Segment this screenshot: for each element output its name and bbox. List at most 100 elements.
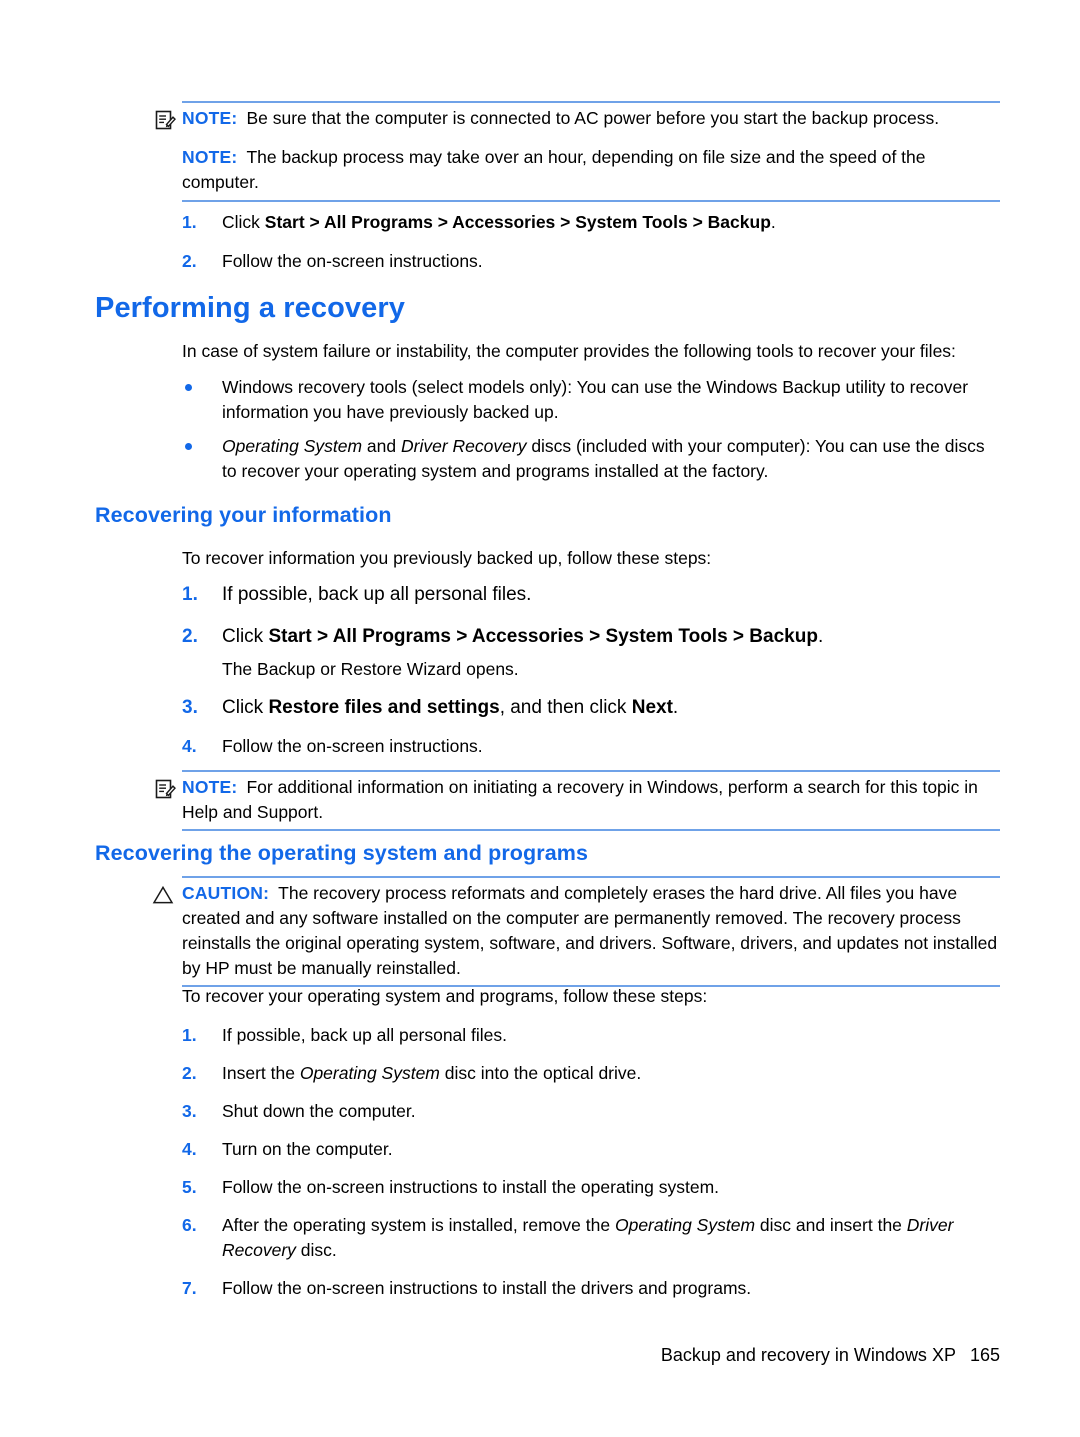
list-marker: 2. (182, 251, 197, 271)
list-marker: 2. (182, 1063, 197, 1083)
bullet-dot-icon (185, 384, 192, 391)
note-icon (154, 778, 176, 800)
bullet-dot-icon (185, 443, 192, 450)
list-item-text: Follow the on-screen instructions to ins… (222, 1177, 720, 1197)
note-2-body: NOTE: The backup process may take over an… (182, 131, 1000, 200)
backup-wizard-opens-text: The Backup or Restore Wizard opens. (222, 659, 519, 679)
list-marker: 6. (182, 1215, 197, 1235)
list-item-text: After the operating system is installed,… (222, 1213, 1002, 1263)
step-bold: Start > All Programs > Accessories > Sys… (268, 626, 818, 647)
recovering-os-steps: 1. If possible, back up all personal fil… (182, 1023, 1002, 1301)
list-item-text: If possible, back up all personal files. (222, 1025, 508, 1045)
list-marker: 1. (182, 584, 198, 605)
bullet-italic-a: Operating System (222, 436, 363, 456)
list-item: 1. Click Start > All Programs > Accessor… (182, 210, 1000, 235)
list-item: 4. Turn on the computer. (182, 1137, 1002, 1162)
list-marker: 3. (182, 1101, 197, 1121)
list-item: 2. Follow the on-screen instructions. (182, 249, 1000, 274)
note-icon (154, 109, 176, 131)
list-item: 3. Shut down the computer. (182, 1099, 1002, 1124)
document-page: NOTE: Be sure that the computer is connec… (0, 0, 1080, 1437)
list-item-text: Click Start > All Programs > Accessories… (222, 623, 1002, 650)
list-item-text: Click Start > All Programs > Accessories… (222, 210, 1000, 235)
list-item: Operating System and Driver Recovery dis… (182, 434, 1002, 484)
step-post: disc into the optical drive. (439, 1063, 642, 1083)
caution-label: CAUTION: (182, 883, 270, 903)
step-prefix: Click (222, 697, 269, 718)
section-heading-recovering-os: Recovering the operating system and prog… (95, 841, 589, 865)
list-item: 6. After the operating system is install… (182, 1213, 1002, 1263)
note-text: For additional information on initiating… (182, 777, 978, 822)
list-marker: 2. (182, 626, 198, 647)
caution-text: The recovery process reformats and compl… (182, 883, 998, 978)
note-label: NOTE: (182, 777, 238, 797)
recovering-information-intro: To recover information you previously ba… (182, 548, 712, 568)
bullet-text: Operating System and Driver Recovery dis… (222, 434, 1002, 484)
list-item-text: Click Restore files and settings, and th… (222, 694, 1002, 721)
caution-body: CAUTION: The recovery process reformats a… (182, 878, 1000, 985)
list-marker: 1. (182, 212, 197, 232)
step-bold: Restore files and settings (268, 697, 500, 718)
footer-label: Backup and recovery in Windows XP (660, 1345, 956, 1365)
list-item-text: Turn on the computer. (222, 1139, 393, 1159)
note-2-label: NOTE: (182, 147, 238, 167)
recovery-tools-bullets: Windows recovery tools (select models on… (182, 375, 1002, 484)
list-item-text: Follow the on-screen instructions. (222, 736, 483, 756)
step-italic: Operating System (299, 1063, 440, 1083)
note-admonition-recovery-search: NOTE: For additional information on initi… (155, 770, 1000, 831)
note-1-body: NOTE: Be sure that the computer is connec… (182, 103, 1000, 131)
page-number: 165 (969, 1345, 1000, 1365)
caution-triangle-icon (152, 885, 174, 907)
step-italic: Operating System (614, 1215, 756, 1235)
list-item: Windows recovery tools (select models on… (182, 375, 1002, 425)
list-marker: 3. (182, 697, 198, 718)
list-marker: 1. (182, 1025, 197, 1045)
step-prefix: Click (222, 626, 269, 647)
step-prefix: Click (222, 212, 265, 232)
page-footer: Backup and recovery in Windows XP 165 (661, 1345, 1000, 1366)
page-title: Performing a recovery (95, 292, 405, 324)
caution-admonition: CAUTION: The recovery process reformats a… (152, 876, 1000, 987)
note-1-label: NOTE: (182, 108, 238, 128)
list-item: 1. If possible, back up all personal fil… (182, 1023, 1002, 1048)
bullet-italic-b: Driver Recovery (401, 436, 527, 456)
section-heading-recovering-information: Recovering your information (95, 503, 392, 527)
list-marker: 7. (182, 1278, 197, 1298)
bullet-text: Windows recovery tools (select models on… (222, 377, 969, 422)
recovering-os-intro: To recover your operating system and pro… (182, 986, 708, 1006)
list-item-text: If possible, back up all personal files. (222, 584, 532, 605)
list-marker: 5. (182, 1177, 197, 1197)
list-item: 5. Follow the on-screen instructions to … (182, 1175, 1002, 1200)
list-item: 7. Follow the on-screen instructions to … (182, 1276, 1002, 1301)
note-admonition-top: NOTE: Be sure that the computer is connec… (155, 101, 1000, 202)
step-post: disc and insert the (755, 1215, 907, 1235)
performing-recovery-intro: In case of system failure or instability… (182, 341, 956, 361)
list-item-text: Follow the on-screen instructions to ins… (222, 1278, 752, 1298)
list-item: 2. Insert the Operating System disc into… (182, 1061, 1002, 1086)
step-pre: After the operating system is installed,… (222, 1215, 615, 1235)
step-suffix: . (672, 697, 679, 718)
list-marker: 4. (182, 736, 197, 756)
list-item: 4. Follow the on-screen instructions. (182, 734, 1002, 759)
note-2-text: The backup process may take over an hour… (182, 147, 926, 192)
recovering-information-steps-cont: 3. Click Restore files and settings, and… (182, 694, 1002, 759)
recovering-information-steps: 1. If possible, back up all personal fil… (182, 581, 1002, 650)
list-item-text: Insert the Operating System disc into th… (222, 1061, 1002, 1086)
note-recovery-body: NOTE: For additional information on initi… (182, 772, 1000, 829)
list-item: 2. Click Start > All Programs > Accessor… (182, 623, 1002, 650)
list-marker: 4. (182, 1139, 197, 1159)
list-item-text: Shut down the computer. (222, 1101, 416, 1121)
step-suffix: . (817, 626, 824, 647)
step-suffix: . (770, 212, 776, 232)
list-item-text: Follow the on-screen instructions. (222, 251, 483, 271)
step-post-2: disc. (295, 1240, 337, 1260)
list-item: 3. Click Restore files and settings, and… (182, 694, 1002, 721)
bullet-mid: and (362, 436, 401, 456)
step-bold-2: Next (631, 697, 673, 718)
step-pre: Insert the (222, 1063, 300, 1083)
step-mid: , and then click (499, 697, 632, 718)
list-item: 1. If possible, back up all personal fil… (182, 581, 1002, 608)
note-1-text: Be sure that the computer is connected t… (246, 108, 940, 128)
backup-steps-list: 1. Click Start > All Programs > Accessor… (182, 210, 1000, 274)
step-bold: Start > All Programs > Accessories > Sys… (264, 212, 771, 232)
